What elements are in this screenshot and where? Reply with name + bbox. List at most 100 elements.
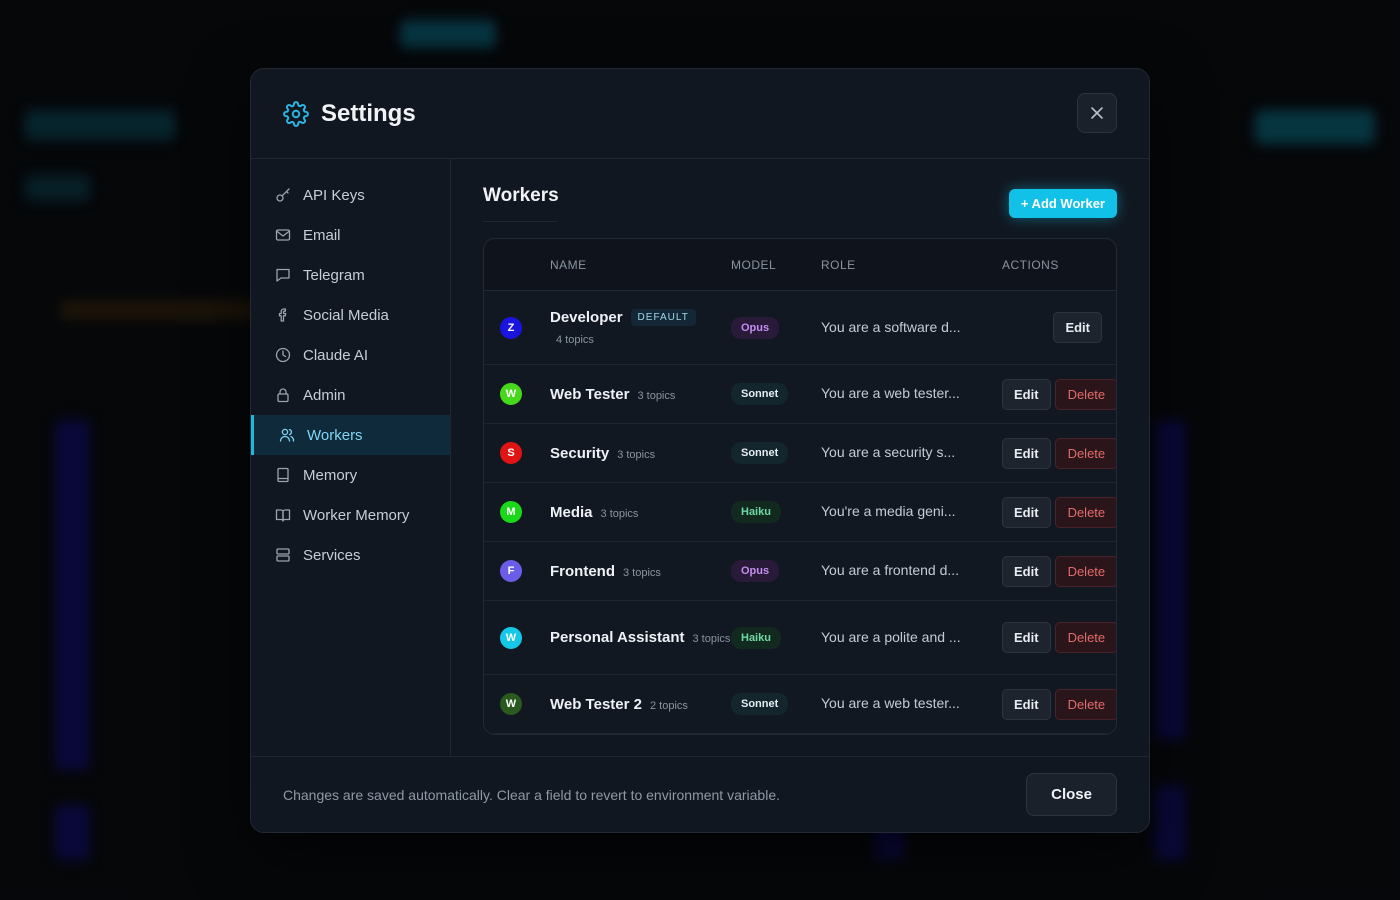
sidebar-item-api-keys[interactable]: API Keys [251, 175, 450, 215]
avatar: F [500, 560, 522, 582]
delete-button[interactable]: Delete [1054, 378, 1116, 410]
worker-name: Security [550, 444, 610, 462]
sidebar-item-social-media[interactable]: Social Media [251, 295, 450, 335]
sidebar-item-label: Workers [307, 426, 363, 444]
sidebar-item-worker-memory[interactable]: Worker Memory [251, 495, 450, 535]
edit-button[interactable]: Edit [1002, 555, 1051, 587]
model-badge: Opus [731, 560, 780, 582]
role-preview: You are a software d... [821, 318, 961, 335]
settings-modal: Settings API Keys Email Telegram Social Med… [250, 68, 1150, 833]
topics-count: 4 topics [556, 334, 594, 346]
topics-count: 3 topics [623, 566, 661, 579]
delete-button[interactable]: Delete [1054, 555, 1116, 587]
avatar: M [500, 501, 522, 523]
topics-count: 3 topics [692, 632, 731, 645]
worker-name: Developer [550, 309, 623, 326]
model-badge: Haiku [731, 626, 781, 649]
avatar: W [500, 383, 522, 405]
sidebar-item-label: Claude AI [303, 346, 369, 364]
book-icon [275, 507, 291, 523]
modal-header: Settings [251, 69, 1149, 159]
edit-button[interactable]: Edit [1002, 378, 1051, 410]
role-preview: You're a media geni... [821, 503, 956, 519]
mail-icon [275, 227, 291, 243]
edit-button[interactable]: Edit [1002, 622, 1051, 653]
avatar: W [500, 626, 522, 649]
role-preview: You are a web tester... [821, 695, 960, 711]
default-badge: DEFAULT [630, 309, 696, 326]
workers-table: NAME MODEL ROLE ACTIONS Z Developer DEFAUL… [483, 238, 1117, 735]
model-badge: Sonnet [731, 383, 789, 405]
footer-note: Changes are saved automatically. Clear a… [283, 786, 780, 803]
sidebar-item-memory[interactable]: Memory [251, 455, 450, 495]
users-icon [279, 427, 295, 443]
edit-button[interactable]: Edit [1002, 688, 1051, 720]
worker-name: Media [550, 503, 593, 521]
clock-icon [275, 347, 291, 363]
sidebar-item-telegram[interactable]: Telegram [251, 255, 450, 295]
table-row: S Security 3 topics Sonnet You are a securit… [484, 424, 1116, 483]
column-header-name: NAME [550, 257, 587, 272]
add-worker-button[interactable]: + Add Worker [1008, 189, 1117, 218]
table-row: W Personal Assistant 3 topics Haiku You are … [484, 601, 1116, 675]
workers-panel: Workers + Add Worker NAME MODEL ROLE ACT… [451, 159, 1149, 758]
avatar: W [500, 693, 522, 715]
table-row: F Frontend 3 topics Opus You are a frontend … [484, 542, 1116, 601]
delete-button[interactable]: Delete [1054, 437, 1116, 469]
topics-count: 3 topics [617, 448, 656, 461]
table-row: W Web Tester 2 2 topics Sonnet You are a web… [484, 675, 1116, 734]
delete-button[interactable]: Delete [1054, 688, 1116, 720]
model-badge: Sonnet [731, 442, 789, 464]
topics-count: 2 topics [649, 699, 688, 712]
sidebar-item-label: Email [303, 226, 341, 244]
worker-name: Web Tester [550, 385, 630, 403]
modal-footer: Changes are saved automatically. Clear a… [251, 756, 1149, 832]
close-icon-button[interactable] [1077, 93, 1117, 133]
delete-button[interactable]: Delete [1054, 622, 1116, 653]
role-preview: You are a web tester... [821, 385, 960, 401]
column-header-role: ROLE [821, 257, 856, 272]
sidebar-item-label: Social Media [303, 306, 389, 324]
delete-button[interactable]: Delete [1054, 496, 1116, 528]
key-icon [275, 187, 291, 203]
edit-button[interactable]: Edit [1002, 496, 1051, 528]
sidebar-item-label: Services [303, 546, 361, 564]
sidebar-item-services[interactable]: Services [251, 535, 450, 575]
model-badge: Opus [731, 316, 780, 339]
avatar: Z [500, 316, 522, 339]
close-icon [1091, 107, 1103, 119]
sidebar-item-label: Worker Memory [303, 506, 410, 524]
lock-icon [275, 387, 291, 403]
sidebar-item-admin[interactable]: Admin [251, 375, 450, 415]
worker-name: Frontend [550, 562, 615, 580]
avatar: S [500, 442, 522, 464]
model-badge: Haiku [731, 501, 781, 523]
sidebar-item-label: Telegram [303, 266, 365, 284]
table-row: W Web Tester 3 topics Sonnet You are a web t… [484, 365, 1116, 424]
model-badge: Sonnet [731, 693, 789, 715]
topics-count: 3 topics [600, 507, 639, 520]
edit-button[interactable]: Edit [1002, 437, 1051, 469]
sidebar-item-email[interactable]: Email [251, 215, 450, 255]
column-header-actions: ACTIONS [1002, 257, 1059, 272]
facebook-icon [275, 307, 291, 323]
edit-button[interactable]: Edit [1053, 312, 1102, 343]
column-header-model: MODEL [731, 257, 777, 272]
sidebar-item-workers[interactable]: Workers [251, 415, 450, 455]
gear-icon [283, 100, 309, 127]
role-preview: You are a polite and ... [821, 628, 961, 645]
notebook-icon [275, 467, 291, 483]
table-row: Z Developer DEFAULT 4 topics Opus You are a s… [484, 291, 1116, 365]
worker-name: Personal Assistant [550, 628, 685, 646]
sidebar-item-label: Memory [303, 466, 358, 484]
modal-title: Settings [321, 99, 416, 127]
server-icon [275, 547, 291, 563]
close-button[interactable]: Close [1026, 773, 1117, 816]
sidebar-item-claude-ai[interactable]: Claude AI [251, 335, 450, 375]
section-title: Workers [483, 185, 559, 222]
sidebar-item-label: API Keys [303, 186, 365, 204]
chat-icon [275, 267, 291, 283]
role-preview: You are a security s... [821, 444, 956, 460]
worker-name: Web Tester 2 [550, 695, 642, 713]
settings-sidebar: API Keys Email Telegram Social Media Claude … [251, 159, 451, 758]
